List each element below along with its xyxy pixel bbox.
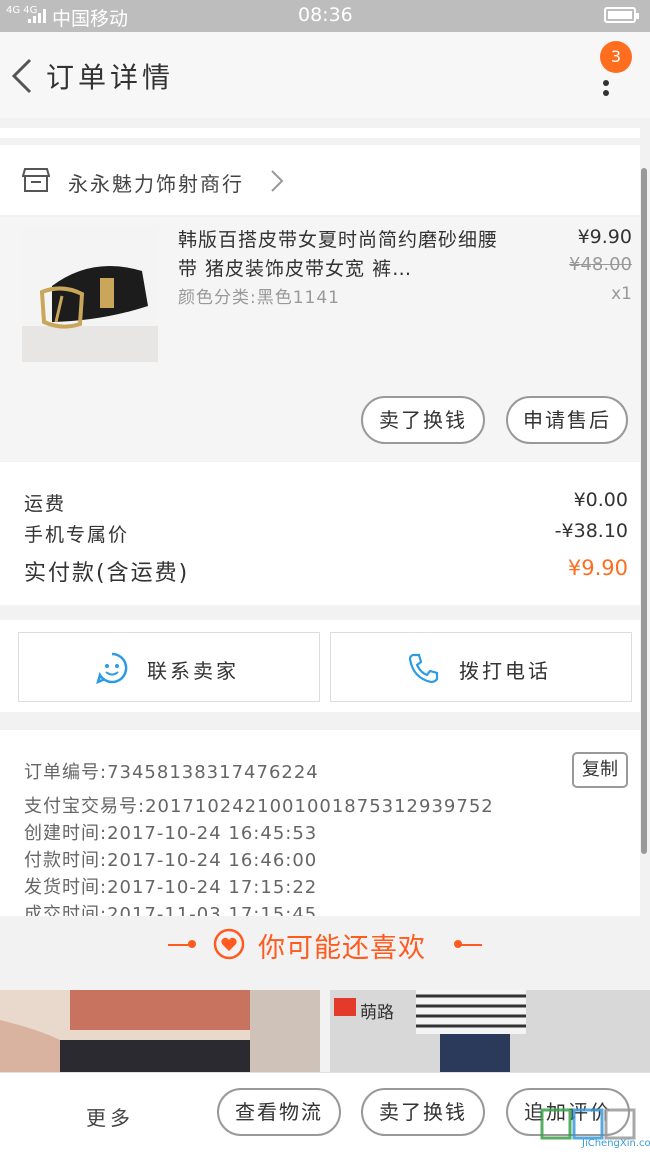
carrier-name: 中国移动 (52, 8, 129, 30)
scrollbar[interactable] (641, 168, 647, 854)
payment-time: 付款时间:2017-10-24 16:46:00 (24, 850, 318, 871)
paid-amount-label: 实付款(含运费) (24, 561, 190, 586)
brand-logo-text: 萌路 (360, 1003, 394, 1023)
shipping-label: 运费 (24, 493, 67, 515)
product-thumbnail[interactable] (22, 226, 158, 362)
sell-for-cash-button[interactable]: 卖了换钱 (361, 396, 485, 444)
copy-button[interactable]: 复制 (572, 752, 628, 788)
sell-for-cash-bottom-button[interactable]: 卖了换钱 (361, 1088, 485, 1136)
mobile-price-label: 手机专属价 (24, 524, 130, 546)
shipping-time: 发货时间:2017-10-24 17:15:22 (24, 877, 318, 898)
divider-strip (0, 128, 640, 138)
product-original-price: ¥48.00 (569, 254, 632, 275)
signal-bars-icon (28, 9, 46, 23)
paid-amount-value: ¥9.90 (567, 556, 628, 580)
call-phone-button[interactable]: 拨打电话 (330, 632, 632, 702)
store-icon (22, 168, 50, 192)
page-title: 订单详情 (46, 61, 175, 94)
recommend-title: 你可能还喜欢 (258, 933, 426, 964)
product-price: ¥9.90 (577, 226, 632, 248)
belt-image (22, 226, 158, 362)
phone-icon (408, 653, 439, 684)
product-variant: 颜色分类:黑色1141 (178, 288, 340, 308)
view-logistics-button[interactable]: 查看物流 (217, 1088, 341, 1136)
decor-dot-left (188, 940, 196, 948)
product-quantity: x1 (611, 284, 632, 304)
order-number: 订单编号:734581383174762​24 (24, 762, 319, 783)
chat-face-icon (96, 652, 128, 685)
status-bar: 4G 4G 中国移动 08:36 (0, 0, 650, 32)
notification-badge: 3 (600, 41, 632, 73)
back-arrow-icon[interactable] (8, 54, 38, 98)
chevron-right-icon (271, 170, 284, 192)
created-time: 创建时间:2017-10-24 16:45:53 (24, 823, 318, 844)
recommended-product-1[interactable] (0, 990, 320, 1072)
product-photo-1 (0, 990, 320, 1072)
watermark-text: JiChengXin.com (582, 1138, 650, 1149)
contact-seller-label: 联系卖家 (147, 659, 239, 683)
battery-icon (604, 7, 639, 23)
heart-icon (213, 928, 245, 960)
more-button[interactable]: 更多 (86, 1102, 134, 1131)
clock: 08:36 (298, 4, 353, 26)
shop-name[interactable]: 永永魅力饰射商行 (68, 168, 244, 197)
contact-seller-button[interactable]: 联系卖家 (18, 632, 320, 702)
product-title[interactable]: 韩版百搭皮带女夏时尚简约磨砂细腰带 猪皮装饰皮带女宽 裤… (178, 226, 498, 284)
after-sales-button[interactable]: 申请售后 (506, 396, 628, 444)
recommended-product-2[interactable]: 萌路 (330, 990, 650, 1072)
alipay-transaction-number: 支付宝交易号:2017102421001001875312939752 (24, 796, 494, 817)
mobile-price-value: -¥38.10 (554, 520, 628, 542)
shipping-value: ¥0.00 (573, 489, 628, 511)
decor-line-right (456, 944, 482, 946)
call-phone-label: 拨打电话 (459, 659, 551, 683)
